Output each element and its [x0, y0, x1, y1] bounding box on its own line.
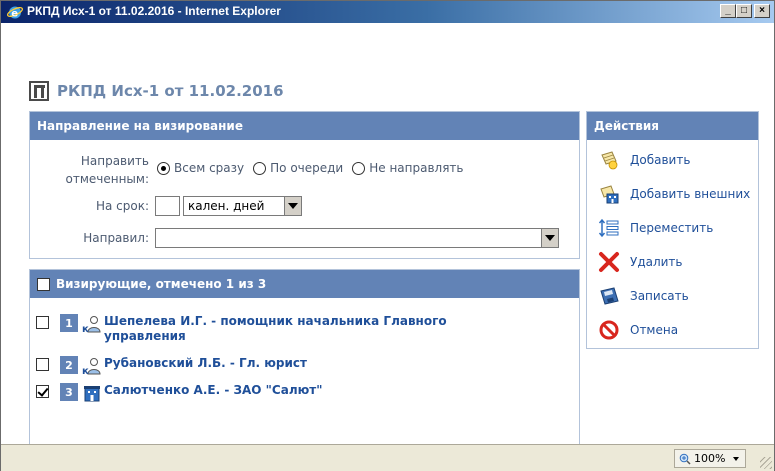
signer-checkbox[interactable] [36, 358, 49, 371]
maximize-button[interactable]: □ [736, 4, 752, 18]
internet-explorer-icon: e [7, 6, 23, 20]
signer-name-line1: Шепелева И.Г. - помощник начальника Глав… [104, 314, 447, 328]
signer-name[interactable]: Шепелева И.Г. - помощник начальника Глав… [104, 314, 447, 344]
cancel-button[interactable]: Отмена [598, 319, 678, 341]
chevron-down-icon[interactable] [284, 197, 301, 215]
term-unit-select[interactable]: кален. дней [183, 196, 302, 216]
term-unit-value: кален. дней [188, 199, 265, 213]
term-days-input[interactable] [155, 196, 180, 216]
signer-number: 1 [60, 314, 78, 332]
actions-panel-header: Действия [587, 112, 758, 140]
add-external-icon [600, 185, 619, 204]
resize-grip[interactable] [760, 457, 772, 469]
add-button[interactable]: Добавить [598, 149, 690, 171]
document-icon [29, 81, 49, 101]
sender-label: Направил: [83, 231, 149, 245]
signer-row[interactable]: 3 Салютченко А.Е. - ЗАО "Салют" [36, 383, 323, 403]
signer-number: 3 [60, 383, 78, 401]
signer-name[interactable]: Рубановский Л.Б. - Гл. юрист [104, 356, 307, 371]
svg-text:e: e [11, 9, 18, 20]
send-mode-options: Всем сразу По очереди Не направлять [157, 161, 473, 175]
window-titlebar[interactable]: e РКПД Исх-1 от 11.02.2016 - Internet Ex… [1, 1, 774, 23]
radio-do-not-send[interactable]: Не направлять [352, 161, 464, 175]
send-mode-row: Направить отмеченным: Всем сразу По очер… [36, 152, 473, 188]
sender-row: Направил: [36, 228, 559, 248]
minimize-button[interactable]: _ [720, 4, 736, 18]
radio-in-turn-label: По очереди [270, 161, 344, 175]
term-row: На срок: кален. дней [36, 196, 302, 216]
delete-icon [599, 252, 619, 272]
signer-checkbox[interactable] [36, 385, 49, 398]
add-label: Добавить [630, 153, 691, 167]
move-label: Переместить [630, 221, 714, 235]
radio-all-at-once-label: Всем сразу [174, 161, 245, 175]
signer-row[interactable]: 1 к Шепелева И.Г. - помощник начальника … [36, 314, 447, 344]
actions-panel: Действия Добавить Добавить внешних Перем… [586, 111, 759, 349]
add-external-label: Добавить внешних [630, 187, 751, 201]
signer-name-line1: Салютченко А.Е. - ЗАО "Салют" [104, 383, 323, 397]
save-label: Записать [630, 289, 689, 303]
chevron-down-icon[interactable] [541, 229, 558, 247]
window-title: РКПД Исх-1 от 11.02.2016 - Internet Expl… [27, 4, 281, 18]
document-heading: РКПД Исх-1 от 11.02.2016 [29, 79, 284, 103]
signers-panel-header: Визирующие, отмечено 1 из 3 [30, 270, 579, 298]
delete-button[interactable]: Удалить [598, 251, 683, 273]
send-mode-label: Направить отмеченным: [36, 152, 149, 188]
zoom-control[interactable]: 100% [674, 449, 747, 468]
move-icon [598, 218, 619, 238]
route-panel: Направление на визирование Направить отм… [29, 111, 580, 259]
signer-name[interactable]: Салютченко А.Е. - ЗАО "Салют" [104, 383, 323, 398]
add-external-button[interactable]: Добавить внешних [598, 183, 750, 205]
zoom-icon [679, 453, 691, 465]
svg-text:к: к [82, 324, 89, 334]
signer-name-line1: Рубановский Л.Б. - Гл. юрист [104, 356, 307, 370]
zoom-level: 100% [694, 452, 726, 465]
signers-header-label: Визирующие, отмечено 1 из 3 [56, 277, 267, 291]
signer-number: 2 [60, 356, 78, 374]
radio-all-at-once[interactable]: Всем сразу [157, 161, 244, 175]
radio-in-turn-control[interactable] [253, 161, 267, 175]
send-mode-label-line2: отмеченным: [65, 172, 149, 186]
route-panel-header: Направление на визирование [30, 112, 579, 140]
move-button[interactable]: Переместить [598, 217, 713, 239]
radio-do-not-send-control[interactable] [352, 161, 366, 175]
page-title: РКПД Исх-1 от 11.02.2016 [57, 82, 284, 100]
signer-name-line2: управления [104, 329, 186, 343]
radio-in-turn[interactable]: По очереди [253, 161, 343, 175]
radio-do-not-send-label: Не направлять [369, 161, 464, 175]
signer-row[interactable]: 2 к Рубановский Л.Б. - Гл. юрист [36, 356, 307, 376]
person-icon: к [82, 358, 101, 376]
radio-all-at-once-control[interactable] [157, 161, 170, 175]
save-button[interactable]: Записать [598, 285, 689, 307]
person-icon: к [82, 316, 101, 334]
chevron-down-icon[interactable] [733, 456, 740, 461]
organization-icon [84, 386, 100, 402]
cancel-icon [599, 320, 619, 340]
select-all-checkbox[interactable] [37, 277, 50, 291]
term-label: На срок: [95, 199, 149, 213]
sender-select[interactable] [155, 228, 559, 248]
browser-window: e РКПД Исх-1 от 11.02.2016 - Internet Ex… [0, 0, 775, 471]
save-icon [600, 287, 619, 305]
svg-text:к: к [82, 366, 89, 376]
add-icon [601, 151, 618, 170]
signer-checkbox[interactable] [36, 316, 49, 329]
send-mode-label-line1: Направить [80, 154, 149, 168]
delete-label: Удалить [630, 255, 683, 269]
cancel-label: Отмена [630, 323, 679, 337]
close-button[interactable]: × [754, 4, 770, 18]
status-bar: 100% [1, 444, 774, 471]
signers-panel: Визирующие, отмечено 1 из 3 1 к Шепелева… [29, 269, 580, 459]
